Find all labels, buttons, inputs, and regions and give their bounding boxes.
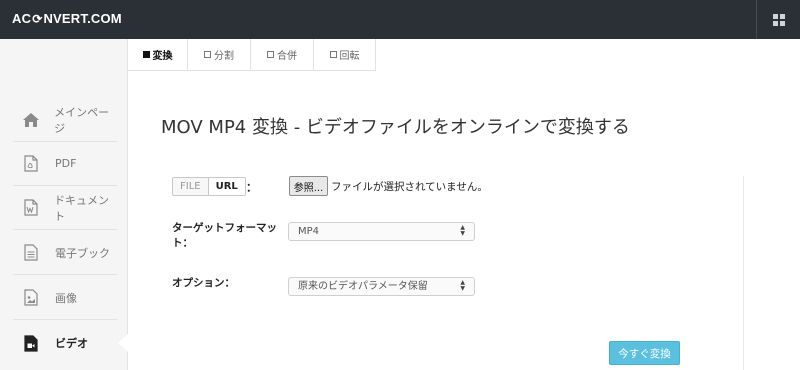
source-colon: ：: [246, 181, 257, 194]
image-icon: [21, 288, 41, 308]
browse-button[interactable]: 参照...: [289, 176, 328, 196]
square-icon: [142, 51, 150, 58]
url-toggle-button[interactable]: URL: [208, 178, 245, 195]
active-item-pointer: [118, 334, 128, 352]
tab-merge[interactable]: 合併: [251, 39, 314, 70]
options-select[interactable]: 原来のビデオパラメータ保留 ▲ ▼: [288, 277, 475, 296]
options-value: 原来のビデオパラメータ保留: [298, 281, 428, 292]
square-icon: [329, 51, 337, 58]
sidebar-item-label: PDF: [55, 157, 77, 170]
refresh-icon: ⟳: [32, 12, 43, 26]
tab-rotate[interactable]: 回転: [314, 39, 376, 70]
ebook-icon: [21, 243, 41, 263]
sidebar-item-video[interactable]: ビデオ: [13, 321, 117, 365]
grid-icon: [773, 13, 785, 26]
source-toggle: FILE URL: [172, 177, 246, 196]
sidebar-item-label: ドキュメント: [54, 193, 110, 223]
options-label: オプション：: [172, 277, 235, 289]
sidebar-item-ebook[interactable]: 電子ブック: [13, 231, 117, 275]
topbar-divider: [756, 0, 757, 39]
tab-label: 分割: [214, 51, 234, 62]
word-doc-icon: [21, 198, 40, 218]
menu-button[interactable]: [758, 0, 800, 39]
sidebar-item-label: メインページ: [54, 105, 110, 135]
logo-prefix: AC: [12, 11, 32, 26]
file-status-text: ファイルが選択されていません。: [331, 181, 488, 193]
logo[interactable]: AC⟳NVERT.COM: [12, 11, 122, 26]
sidebar-item-images[interactable]: 画像: [13, 276, 117, 320]
square-icon: [204, 51, 211, 58]
tab-label: 変換: [152, 51, 173, 62]
sidebar-item-pdf[interactable]: PDF: [13, 142, 117, 186]
sidebar-item-label: ビデオ: [55, 337, 88, 350]
tab-convert[interactable]: 変換: [128, 39, 188, 70]
video-icon: [21, 333, 41, 353]
panel-divider: [743, 176, 744, 370]
tool-tabs: 変換 分割 合併 回転: [128, 39, 376, 71]
target-format-select[interactable]: MP4 ▲ ▼: [288, 222, 475, 241]
page-title: MOV MP4 変換 - ビデオファイルをオンラインで変換する: [161, 117, 630, 138]
logo-suffix: NVERT.COM: [43, 11, 122, 26]
square-icon: [267, 51, 274, 58]
sidebar-item-home[interactable]: メインページ: [13, 98, 117, 142]
sidebar: メインページ PDF ドキュメント 電子ブック 画像 ビデオ: [0, 39, 128, 370]
select-arrows-icon: ▲ ▼: [460, 279, 465, 292]
sidebar-item-label: 画像: [55, 291, 77, 305]
tab-label: 合併: [277, 51, 297, 62]
top-bar: AC⟳NVERT.COM: [0, 0, 800, 39]
sidebar-item-label: 電子ブック: [55, 246, 110, 260]
tab-split[interactable]: 分割: [188, 39, 251, 70]
convert-button[interactable]: 今すぐ変換: [609, 341, 680, 365]
file-toggle-button[interactable]: FILE: [173, 178, 209, 195]
select-arrows-icon: ▲ ▼: [460, 224, 465, 237]
home-icon: [21, 110, 40, 130]
target-format-label: ターゲットフォーマット：: [172, 222, 277, 249]
target-format-value: MP4: [298, 226, 320, 237]
sidebar-item-documents[interactable]: ドキュメント: [13, 186, 117, 230]
pdf-icon: [21, 154, 41, 174]
tab-label: 回転: [339, 51, 360, 62]
